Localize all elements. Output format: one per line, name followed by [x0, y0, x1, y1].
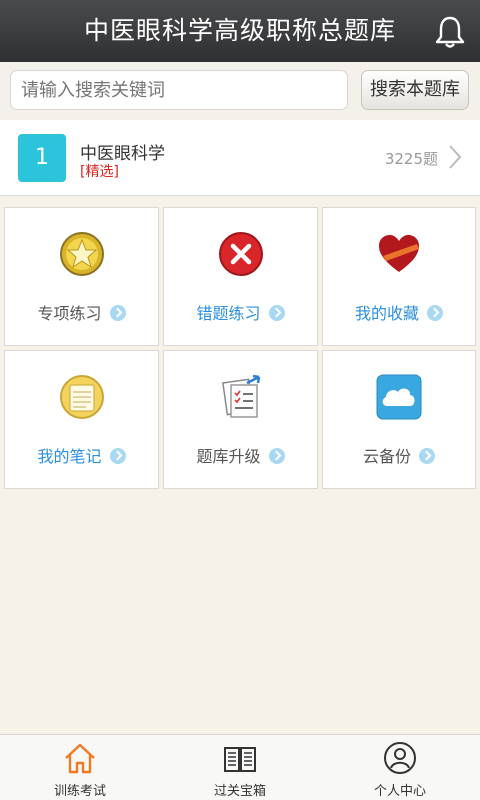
chevron-right-icon [268, 448, 285, 464]
page-title: 中医眼科学高级职称总题库 [83, 16, 396, 45]
tab-training-exam[interactable]: 训练考试 [0, 735, 160, 800]
subject-row[interactable]: 1 中医眼科学 [精选] 3225题 [0, 120, 480, 196]
tab-pass-treasure[interactable]: 过关宝箱 [160, 735, 320, 800]
heart-favorite-icon [379, 235, 419, 272]
bottom-tab-bar: 训练考试 过关宝箱 个人中心 [0, 734, 480, 800]
tile-notes[interactable]: 我的笔记 [4, 350, 159, 489]
error-x-icon [218, 232, 263, 276]
home-icon [65, 743, 95, 774]
chevron-right-icon [268, 305, 285, 321]
chevron-right-icon [109, 305, 126, 321]
tile-favorites[interactable]: 我的收藏 [322, 207, 476, 346]
tile-wrong-questions[interactable]: 错题练习 [163, 207, 318, 346]
tab-label: 过关宝箱 [213, 784, 266, 799]
tile-label: 云备份 [323, 443, 475, 467]
tab-label: 个人中心 [373, 784, 426, 799]
chevron-right-icon [419, 448, 435, 464]
tile-special-practice[interactable]: 专项练习 [4, 207, 159, 346]
chevron-right-icon [109, 448, 126, 464]
tile-label: 我的收藏 [323, 300, 475, 324]
search-button[interactable]: 搜索本题库 [361, 70, 469, 110]
tile-label: 题库升级 [164, 443, 317, 467]
cloud-backup-icon [376, 374, 422, 420]
subject-tag: [精选] [80, 164, 119, 180]
user-icon [384, 742, 416, 774]
tab-personal-center[interactable]: 个人中心 [320, 735, 480, 800]
upgrade-document-icon [221, 374, 260, 418]
tile-label: 错题练习 [164, 300, 317, 324]
search-input[interactable] [10, 70, 348, 110]
question-count: 3225题 [384, 150, 438, 168]
star-medal-icon [59, 232, 104, 276]
bell-icon[interactable] [434, 15, 466, 49]
tile-label: 专项练习 [5, 300, 158, 324]
subject-index-badge: 1 [18, 134, 66, 182]
chevron-right-icon [449, 145, 462, 169]
search-bar: 搜索本题库 [0, 62, 480, 120]
book-icon [224, 747, 256, 772]
tile-cloud-backup[interactable]: 云备份 [322, 350, 476, 489]
title-bar: 中医眼科学高级职称总题库 [0, 0, 480, 62]
tile-upgrade[interactable]: 题库升级 [163, 350, 318, 489]
tile-label: 我的笔记 [5, 443, 158, 467]
chevron-right-icon [427, 305, 443, 321]
tab-label: 训练考试 [53, 784, 106, 799]
notepad-icon [59, 375, 104, 419]
